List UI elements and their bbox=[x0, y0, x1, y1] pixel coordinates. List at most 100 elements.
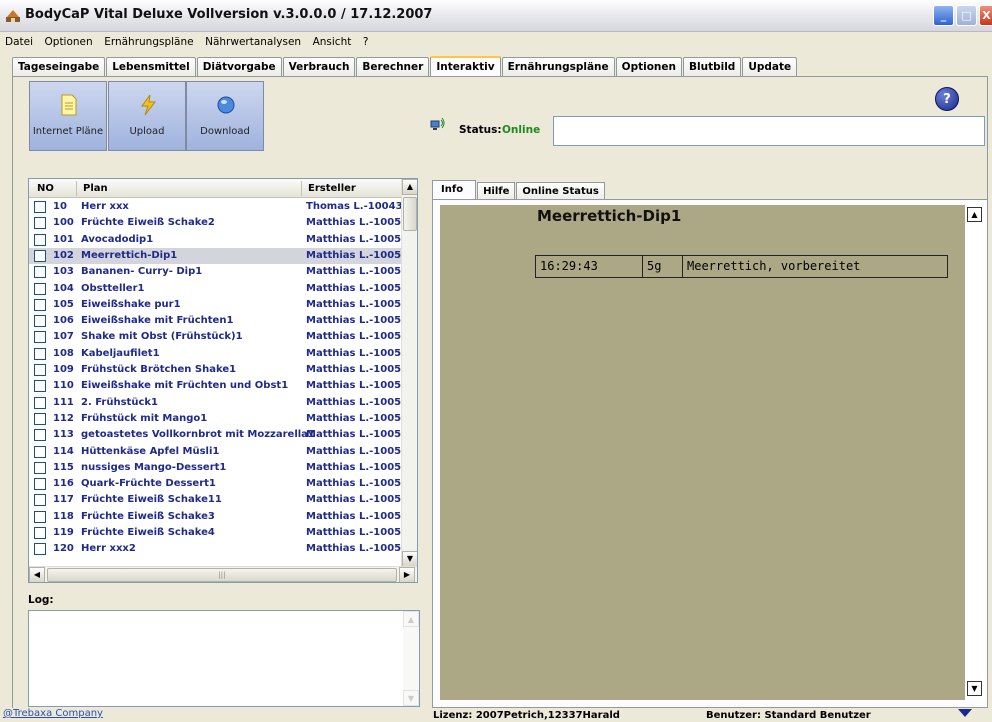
upload-button[interactable]: Upload bbox=[108, 81, 186, 151]
row-checkbox[interactable] bbox=[34, 364, 46, 376]
table-row[interactable]: 109 Frühstück Brötchen Shake1 Matthias L.-… bbox=[29, 362, 415, 378]
tab-diaetvorgabe[interactable]: Diätvorgabe bbox=[196, 57, 282, 77]
internet-plans-button[interactable]: Internet Pläne bbox=[29, 81, 107, 151]
tab-berechner[interactable]: Berechner bbox=[356, 57, 430, 77]
table-row[interactable]: 119 Früchte Eiweiß Schake4 Matthias L.-100… bbox=[29, 525, 415, 541]
column-header-plan[interactable]: Plan bbox=[83, 183, 108, 194]
tab-hilfe[interactable]: Hilfe bbox=[477, 182, 516, 200]
entry-food: Meerrettich, vorbereitet bbox=[687, 259, 861, 273]
row-plan: Kabeljaufilet1 bbox=[81, 347, 160, 359]
row-checkbox[interactable] bbox=[34, 380, 46, 393]
row-checkbox[interactable] bbox=[34, 494, 46, 507]
info-scroll-down-button[interactable]: ▼ bbox=[967, 681, 982, 696]
table-row[interactable]: 116 Quark-Früchte Dessert1 Matthias L.-100… bbox=[29, 476, 415, 492]
minimize-button[interactable]: _ bbox=[933, 5, 954, 26]
scroll-thumb[interactable] bbox=[403, 197, 417, 231]
log-textarea[interactable]: ▲ ▼ bbox=[28, 610, 420, 707]
row-checkbox[interactable] bbox=[34, 461, 46, 474]
log-scrollbar[interactable]: ▲ ▼ bbox=[403, 611, 419, 706]
row-checkbox[interactable] bbox=[34, 527, 46, 539]
menu-naehrwertanalysen[interactable]: Nährwertanalysen bbox=[201, 33, 305, 48]
row-checkbox[interactable] bbox=[34, 543, 46, 556]
log-scroll-down-button[interactable]: ▼ bbox=[403, 690, 419, 706]
download-button[interactable]: Download bbox=[186, 81, 264, 151]
row-checkbox[interactable] bbox=[34, 445, 46, 458]
row-no: 120 bbox=[53, 543, 74, 555]
scroll-left-button[interactable]: ◀ bbox=[29, 567, 45, 582]
column-header-ersteller[interactable]: Ersteller bbox=[308, 183, 356, 194]
row-checkbox[interactable] bbox=[34, 478, 46, 491]
tab-info[interactable]: Info bbox=[432, 180, 477, 200]
scroll-right-button[interactable]: ▶ bbox=[399, 567, 415, 582]
horizontal-scroll-thumb[interactable]: ||| bbox=[47, 568, 397, 582]
help-icon[interactable]: ? bbox=[935, 87, 959, 111]
table-row[interactable]: 115 nussiges Mango-Dessert1 Matthias L.-10… bbox=[29, 460, 415, 476]
table-row[interactable]: 102 Meerrettich-Dip1 Matthias L.-100574 bbox=[29, 247, 415, 265]
dropdown-arrow-icon[interactable] bbox=[958, 709, 972, 717]
status-field[interactable] bbox=[553, 116, 985, 146]
menu-help[interactable]: ? bbox=[359, 33, 373, 48]
row-checkbox[interactable] bbox=[34, 298, 46, 311]
row-checkbox[interactable] bbox=[34, 249, 46, 262]
row-checkbox[interactable] bbox=[34, 347, 46, 360]
table-row[interactable]: 112 Frühstück mit Mango1 Matthias L.-10057… bbox=[29, 411, 415, 427]
table-row[interactable]: 110 Eiweißshake mit Früchten und Obst1 Mat… bbox=[29, 378, 415, 394]
table-row[interactable]: 106 Eiweißshake mit Früchten1 Matthias L.-… bbox=[29, 313, 415, 329]
menu-ernaehrungsplaene[interactable]: Ernährungspläne bbox=[100, 33, 197, 48]
scroll-up-button[interactable]: ▲ bbox=[402, 179, 417, 195]
tab-update[interactable]: Update bbox=[742, 57, 798, 77]
table-row[interactable]: 111 2. Frühstück1 Matthias L.-100574 bbox=[29, 395, 415, 411]
info-scrollbar[interactable]: ▲ ▼ bbox=[965, 205, 985, 700]
column-header-no[interactable]: NO bbox=[37, 183, 54, 194]
row-checkbox[interactable] bbox=[34, 282, 46, 295]
scroll-down-button[interactable]: ▼ bbox=[402, 551, 417, 567]
company-link[interactable]: @Trebaxa Company bbox=[3, 708, 103, 719]
row-checkbox[interactable] bbox=[34, 412, 46, 425]
row-checkbox[interactable] bbox=[34, 510, 46, 523]
row-checkbox[interactable] bbox=[34, 315, 46, 328]
row-checkbox[interactable] bbox=[34, 201, 46, 213]
menu-datei[interactable]: Datei bbox=[0, 33, 37, 48]
table-row[interactable]: 120 Herr xxx2 Matthias L.-100574 bbox=[29, 541, 415, 557]
plan-list[interactable]: NO Plan Ersteller 10 Herr xxx Thomas L.-10… bbox=[28, 178, 418, 583]
row-checkbox[interactable] bbox=[34, 217, 46, 230]
menu-ansicht[interactable]: Ansicht bbox=[309, 33, 356, 48]
table-row[interactable]: 103 Bananen- Curry- Dip1 Matthias L.-10057… bbox=[29, 264, 415, 280]
tab-blutbild[interactable]: Blutbild bbox=[683, 57, 742, 77]
row-checkbox[interactable] bbox=[34, 266, 46, 279]
plan-list-vertical-scrollbar[interactable]: ▲ ▼ bbox=[401, 179, 417, 567]
menu-optionen[interactable]: Optionen bbox=[41, 33, 97, 48]
tab-optionen[interactable]: Optionen bbox=[615, 57, 682, 77]
table-row[interactable]: 118 Früchte Eiweiß Schake3 Matthias L.-100… bbox=[29, 509, 415, 525]
tab-lebensmittel[interactable]: Lebensmittel bbox=[106, 57, 196, 77]
table-row[interactable]: 105 Eiweißshake pur1 Matthias L.-100574 bbox=[29, 297, 415, 313]
info-scroll-up-button[interactable]: ▲ bbox=[967, 207, 982, 222]
row-checkbox[interactable] bbox=[34, 429, 46, 442]
tab-interaktiv[interactable]: Interaktiv bbox=[430, 56, 501, 78]
row-checkbox[interactable] bbox=[34, 233, 46, 246]
table-row[interactable]: 117 Früchte Eiweiß Schake11 Matthias L.-10… bbox=[29, 492, 415, 508]
log-scroll-up-button[interactable]: ▲ bbox=[403, 611, 419, 627]
entry-amount: 5g bbox=[643, 256, 683, 277]
row-plan: Früchte Eiweiß Schake2 bbox=[81, 217, 215, 229]
table-row[interactable]: 100 Früchte Eiweiß Schake2 Matthias L.-100… bbox=[29, 215, 415, 231]
table-row[interactable]: 108 Kabeljaufilet1 Matthias L.-100574 bbox=[29, 346, 415, 362]
row-plan: 2. Frühstück1 bbox=[81, 396, 158, 408]
row-plan: Frühstück mit Mango1 bbox=[81, 412, 208, 424]
table-row[interactable]: 10 Herr xxx Thomas L.-100432 bbox=[29, 199, 409, 215]
tab-verbrauch[interactable]: Verbrauch bbox=[282, 57, 356, 77]
close-button[interactable]: X bbox=[979, 5, 992, 26]
table-row[interactable]: 101 Avocadodip1 Matthias L.-100574 bbox=[29, 232, 415, 248]
table-row[interactable]: 107 Shake mit Obst (Frühstück)1 Matthias L… bbox=[29, 329, 415, 345]
table-row[interactable]: 114 Hüttenkäse Apfel Müsli1 Matthias L.-10… bbox=[29, 444, 415, 460]
table-row[interactable]: 104 Obstteller1 Matthias L.-100574 bbox=[29, 281, 415, 297]
row-checkbox[interactable] bbox=[34, 331, 46, 344]
tab-tageseingabe[interactable]: Tageseingabe bbox=[12, 57, 106, 77]
row-checkbox[interactable] bbox=[34, 396, 46, 409]
table-row[interactable]: 113 getoastetes Vollkornbrot mit Mozzarel… bbox=[29, 427, 415, 443]
tab-online-status[interactable]: Online Status bbox=[516, 182, 605, 200]
plan-list-horizontal-scrollbar[interactable]: ◀ ||| ▶ bbox=[29, 566, 417, 582]
row-no: 110 bbox=[53, 380, 74, 392]
tab-ernaehrungsplaene[interactable]: Ernährungspläne bbox=[501, 57, 615, 77]
maximize-button[interactable]: □ bbox=[956, 5, 977, 26]
